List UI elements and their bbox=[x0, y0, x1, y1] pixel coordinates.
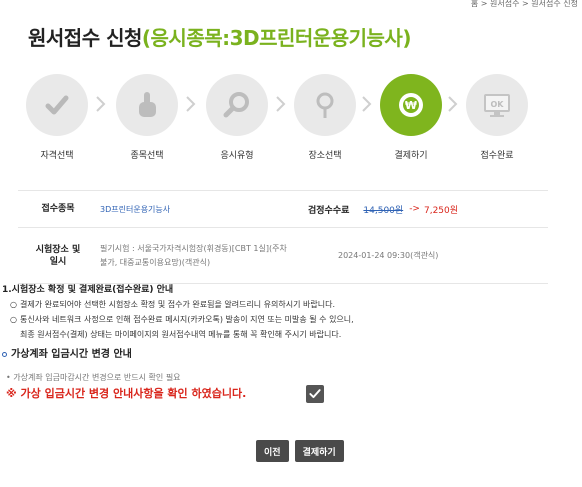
fee-label: 검정수수료 bbox=[308, 205, 350, 216]
page-title-main: 원서접수 신청 bbox=[28, 26, 142, 50]
chevron-right-icon bbox=[94, 94, 108, 114]
action-buttons: 이전 결제하기 bbox=[256, 440, 344, 462]
notice-item-continuation: 최종 원서접수(결제) 상태는 마이페이지의 원서접수내역 메뉴를 통해 꼭 확… bbox=[20, 330, 342, 339]
virtual-confirm-label: ※ 가상 입금시간 변경 안내사항을 확인 하였습니다. bbox=[6, 387, 247, 400]
prev-button[interactable]: 이전 bbox=[256, 440, 289, 462]
notice-item: ○ 결제가 완료되어야 선택한 시험장소 확정 및 접수가 완료됨을 알려드리니 … bbox=[10, 299, 577, 310]
chevron-right-icon bbox=[184, 94, 198, 114]
place-value: 필기시험 : 서울국가자격시험장(휘경동)[CBT 1실](주차 불가, 대중교… bbox=[98, 242, 328, 270]
fee-arrow: -> bbox=[409, 204, 420, 214]
virtual-account-section-title: 가상계좌 입금시간 변경 안내 bbox=[2, 345, 132, 360]
subject-label: 접수종목 bbox=[41, 204, 75, 214]
magnifier-icon bbox=[206, 74, 268, 136]
step-label: 접수완료 bbox=[480, 151, 514, 161]
hand-pointer-icon bbox=[116, 74, 178, 136]
step-location: 장소선택 bbox=[286, 74, 364, 161]
notice-item-text: 결제가 완료되어야 선택한 시험장소 확정 및 접수가 완료됨을 알려드리니 유… bbox=[20, 300, 336, 309]
ok-monitor-icon: OK bbox=[466, 74, 528, 136]
check-icon bbox=[26, 74, 88, 136]
step-label: 결제하기 bbox=[394, 151, 428, 161]
info-row-place: 시험장소 및 일시 필기시험 : 서울국가자격시험장(휘경동)[CBT 1실](… bbox=[18, 228, 548, 284]
step-label: 종목선택 bbox=[130, 151, 164, 161]
fee-original: 14,500원 bbox=[363, 205, 404, 216]
breadcrumb: 홈 > 원서접수 > 원서접수 신청 bbox=[470, 0, 578, 8]
place-label: 시험장소 및 일시 bbox=[18, 244, 98, 268]
step-label: 자격선택 bbox=[40, 151, 74, 161]
bullet: ○ bbox=[10, 300, 17, 309]
virtual-account-note: • 가상계좌 입금마감시간 변경으로 반드시 확인 필요 bbox=[6, 373, 181, 382]
step-subject: 종목선택 bbox=[108, 74, 186, 161]
place-value-line1: 필기시험 : 서울국가자격시험장(휘경동)[CBT 1실](주차 bbox=[100, 243, 287, 253]
step-label: 장소선택 bbox=[308, 151, 342, 161]
step-label: 응시유형 bbox=[220, 151, 254, 161]
location-pin-icon bbox=[294, 74, 356, 136]
exam-datetime: 2024-01-24 09:30(객관식) bbox=[338, 251, 439, 260]
notice-title: 1.시험장소 확정 및 결제완료(접수완료) 안내 bbox=[2, 285, 174, 295]
page-title: 원서접수 신청(응시종목:3D프린터운용기능사) bbox=[28, 22, 411, 51]
virtual-section-text: 가상계좌 입금시간 변경 안내 bbox=[11, 349, 132, 360]
subject-value: 3D프린터운용기능사 bbox=[100, 204, 171, 214]
place-value-line2: 불가, 대중교통이용요망)(객관식) bbox=[100, 257, 211, 267]
place-label-line1: 시험장소 및 bbox=[35, 244, 81, 255]
circle-bullet-icon bbox=[2, 351, 7, 357]
page-title-subject: (응시종목:3D프린터운용기능사) bbox=[141, 26, 412, 50]
won-coin-icon: ₩ bbox=[380, 74, 442, 136]
place-label-line2: 일시 bbox=[49, 256, 67, 267]
application-info-table: 접수종목 3D프린터운용기능사 검정수수료 14,500원 -> 7,250원 … bbox=[18, 190, 548, 284]
step-complete: OK 접수완료 bbox=[458, 74, 536, 161]
bullet: ○ bbox=[10, 315, 17, 324]
fee-discounted: 7,250원 bbox=[423, 205, 459, 216]
confirm-checkbox[interactable] bbox=[306, 385, 324, 403]
svg-text:OK: OK bbox=[491, 100, 505, 109]
pay-button[interactable]: 결제하기 bbox=[294, 440, 344, 462]
step-exam-type: 응시유형 bbox=[198, 74, 276, 161]
svg-text:₩: ₩ bbox=[405, 99, 417, 112]
progress-steps: 자격선택 종목선택 응시유형 장소선택 ₩ 결제하기 OK 접수완료 bbox=[18, 74, 538, 164]
step-qualification: 자격선택 bbox=[18, 74, 96, 161]
check-icon bbox=[309, 389, 321, 399]
info-row-subject: 접수종목 3D프린터운용기능사 검정수수료 14,500원 -> 7,250원 bbox=[18, 190, 548, 228]
notice-item: ○ 통신사와 네트워크 사정으로 인해 접수완료 메시지(카카오톡) 발송이 지연… bbox=[10, 314, 577, 325]
notice-item-text: 통신사와 네트워크 사정으로 인해 접수완료 메시지(카카오톡) 발송이 지연 … bbox=[20, 315, 354, 324]
payment-notice: 1.시험장소 확정 및 결제완료(접수완료) 안내 ○ 결제가 완료되어야 선택한… bbox=[2, 282, 577, 340]
step-payment: ₩ 결제하기 bbox=[372, 74, 450, 161]
